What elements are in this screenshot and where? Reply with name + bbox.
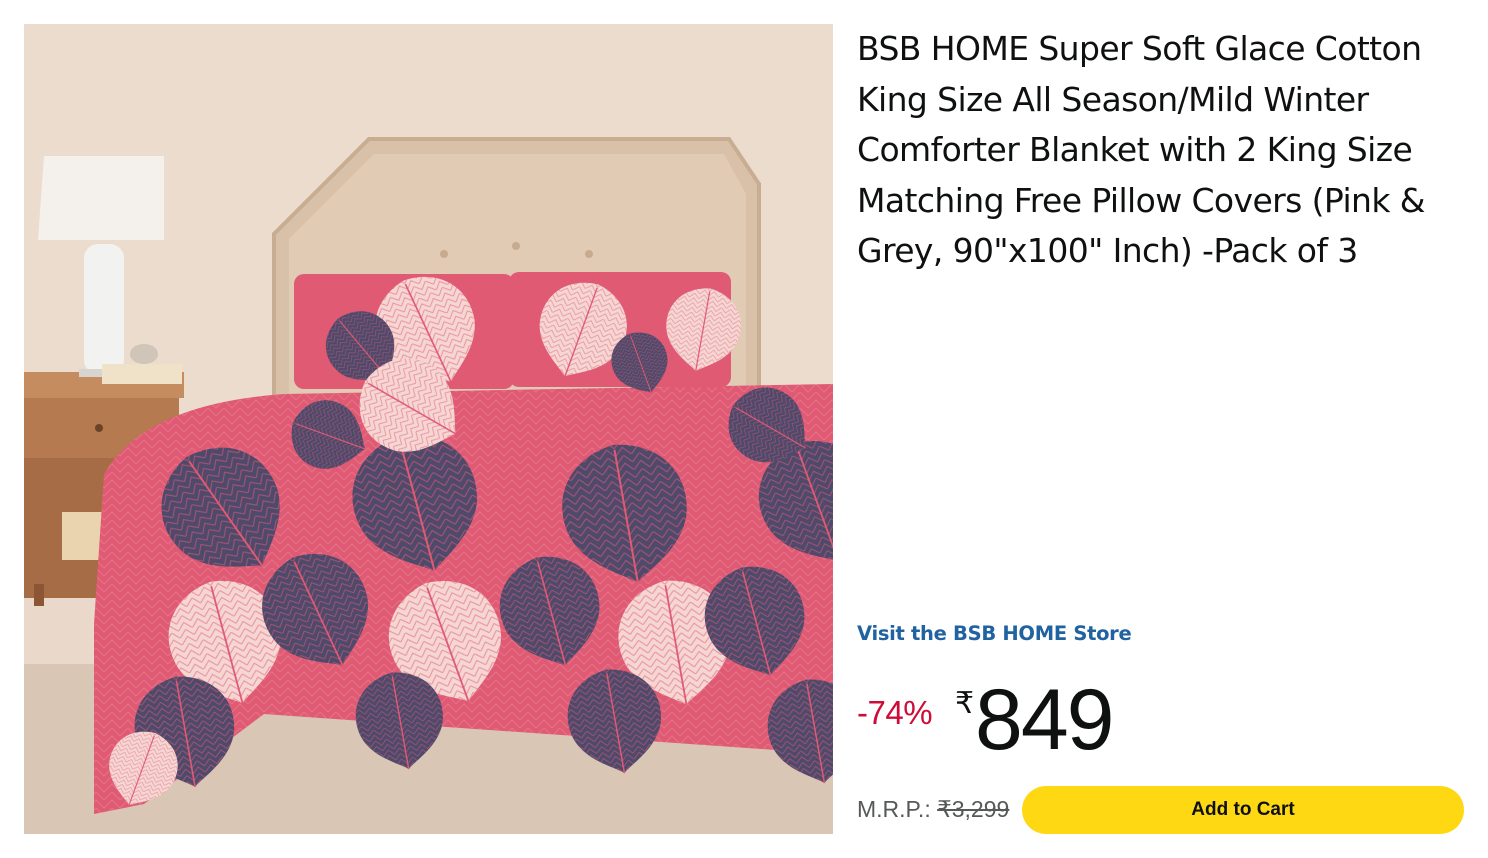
currency-symbol: ₹	[955, 687, 975, 720]
price-value: 849	[975, 672, 1114, 768]
bedroom-comforter-photo	[24, 24, 833, 834]
product-info: BSB HOME Super Soft Glace Cotton King Si…	[857, 24, 1467, 836]
price-block: -74% ₹ 849	[857, 672, 1457, 768]
add-to-cart-button[interactable]: Add to Cart	[1022, 786, 1464, 834]
product-title: BSB HOME Super Soft Glace Cotton King Si…	[857, 29, 1425, 270]
store-link[interactable]: Visit the BSB HOME Store	[857, 622, 1132, 645]
mrp-label: M.R.P.:	[857, 796, 931, 822]
product-image[interactable]	[24, 24, 833, 834]
mrp: M.R.P.: ₹3,299	[857, 796, 1009, 823]
discount-percentage: -74%	[857, 694, 933, 731]
mrp-value: ₹3,299	[937, 796, 1010, 822]
